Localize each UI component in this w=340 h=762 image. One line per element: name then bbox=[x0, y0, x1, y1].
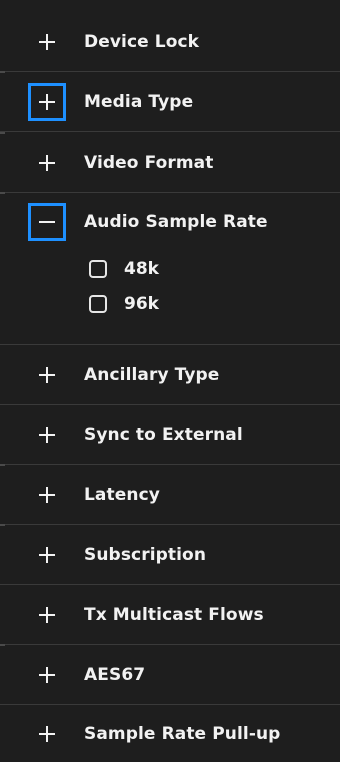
plus-icon[interactable] bbox=[28, 476, 66, 514]
plus-icon[interactable] bbox=[28, 656, 66, 694]
plus-icon[interactable] bbox=[28, 536, 66, 574]
plus-icon[interactable] bbox=[28, 144, 66, 182]
filter-row-sample-rate-pull-up: Sample Rate Pull-up bbox=[0, 705, 340, 762]
filter-panel: Device Lock Media Type Video Format Audi… bbox=[0, 0, 340, 762]
plus-icon[interactable] bbox=[28, 596, 66, 634]
filter-header-video-format[interactable]: Video Format bbox=[0, 133, 340, 192]
option-label-96k: 96k bbox=[124, 293, 159, 314]
filter-label-media-type: Media Type bbox=[84, 91, 194, 112]
checkbox-48k[interactable] bbox=[89, 259, 107, 278]
filter-label-aes67: AES67 bbox=[84, 664, 146, 685]
filter-header-media-type[interactable]: Media Type bbox=[0, 72, 340, 131]
filter-row-sync-to-external: Sync to External bbox=[0, 405, 340, 465]
plus-icon[interactable] bbox=[28, 416, 66, 454]
filter-label-tx-multicast-flows: Tx Multicast Flows bbox=[84, 604, 264, 625]
filter-header-sample-rate-pull-up[interactable]: Sample Rate Pull-up bbox=[0, 705, 340, 762]
filter-row-audio-sample-rate: Audio Sample Rate 48k 96k bbox=[0, 192, 340, 345]
checkbox-96k[interactable] bbox=[89, 294, 107, 313]
filter-row-video-format: Video Format bbox=[0, 132, 340, 193]
option-48k[interactable]: 48k bbox=[0, 251, 340, 286]
filter-row-ancillary-type: Ancillary Type bbox=[0, 345, 340, 405]
filter-row-latency: Latency bbox=[0, 464, 340, 525]
filter-label-device-lock: Device Lock bbox=[84, 31, 200, 52]
plus-icon[interactable] bbox=[28, 82, 66, 121]
filter-header-latency[interactable]: Latency bbox=[0, 465, 340, 524]
filter-label-subscription: Subscription bbox=[84, 544, 207, 565]
filter-row-tx-multicast-flows: Tx Multicast Flows bbox=[0, 585, 340, 645]
minus-icon[interactable] bbox=[28, 203, 66, 241]
filter-label-sync-to-external: Sync to External bbox=[84, 424, 243, 445]
filter-header-aes67[interactable]: AES67 bbox=[0, 645, 340, 704]
filter-header-sync-to-external[interactable]: Sync to External bbox=[0, 405, 340, 464]
plus-icon[interactable] bbox=[28, 715, 66, 753]
option-96k[interactable]: 96k bbox=[0, 286, 340, 321]
filter-row-media-type: Media Type bbox=[0, 71, 340, 132]
filter-row-subscription: Subscription bbox=[0, 524, 340, 585]
filter-header-subscription[interactable]: Subscription bbox=[0, 525, 340, 584]
option-label-48k: 48k bbox=[124, 258, 159, 279]
filter-header-tx-multicast-flows[interactable]: Tx Multicast Flows bbox=[0, 585, 340, 644]
filter-label-video-format: Video Format bbox=[84, 152, 214, 173]
filter-label-audio-sample-rate: Audio Sample Rate bbox=[84, 212, 268, 232]
filter-label-ancillary-type: Ancillary Type bbox=[84, 364, 220, 385]
filter-label-latency: Latency bbox=[84, 484, 160, 505]
filter-header-audio-sample-rate[interactable]: Audio Sample Rate bbox=[0, 193, 340, 251]
plus-icon[interactable] bbox=[28, 356, 66, 394]
filter-header-ancillary-type[interactable]: Ancillary Type bbox=[0, 345, 340, 404]
filter-row-device-lock: Device Lock bbox=[0, 12, 340, 72]
plus-icon[interactable] bbox=[28, 23, 66, 61]
filter-header-device-lock[interactable]: Device Lock bbox=[0, 12, 340, 71]
filter-label-sample-rate-pull-up: Sample Rate Pull-up bbox=[84, 723, 281, 744]
filter-row-aes67: AES67 bbox=[0, 644, 340, 705]
